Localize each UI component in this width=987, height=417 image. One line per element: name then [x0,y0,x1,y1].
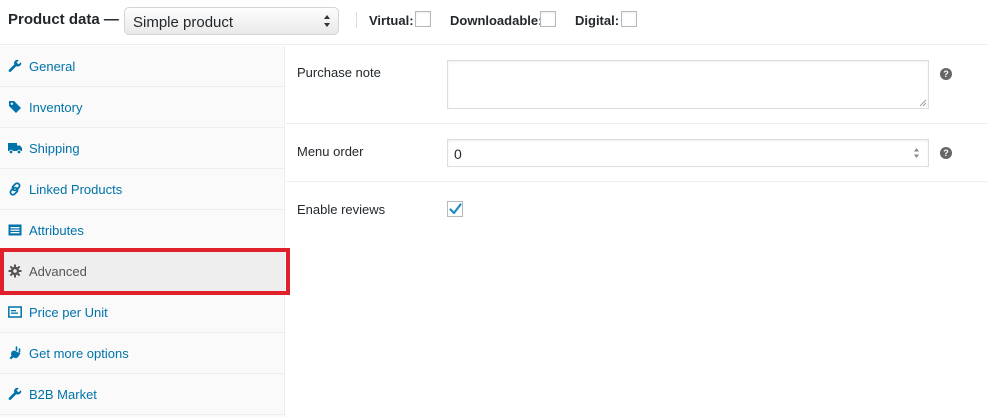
truck-icon [8,143,22,155]
tab-inventory[interactable]: Inventory [0,87,284,128]
purchase-note-label: Purchase note [297,65,381,80]
price-tag-icon [8,306,22,318]
menu-order-input[interactable]: 0 [447,139,929,167]
downloadable-label: Downloadable: [450,13,543,28]
tab-label: B2B Market [29,387,97,402]
resize-handle-icon[interactable] [919,99,926,106]
checkmark-icon [449,203,462,215]
wrench-icon [8,59,22,72]
tab-linked-products[interactable]: Linked Products [0,169,284,210]
tab-shipping[interactable]: Shipping [0,128,284,169]
product-type-value: Simple product [133,14,234,31]
tab-label: Inventory [29,100,83,115]
product-data-header: Product data — Simple product Virtual: D… [0,0,987,45]
select-arrows-icon [324,15,330,27]
virtual-checkbox[interactable] [415,11,431,27]
tab-label: Attributes [29,223,84,238]
menu-order-help-icon[interactable]: ? [940,147,952,159]
enable-reviews-row: Enable reviews [286,182,987,234]
enable-reviews-label: Enable reviews [297,202,386,217]
product-type-select[interactable]: Simple product [124,7,339,35]
link-icon [9,182,21,196]
product-data-tabs: General Inventory Shipping Linked Produc… [0,46,285,417]
menu-order-value: 0 [454,146,462,162]
tab-label: Linked Products [29,182,123,197]
enable-reviews-checkbox[interactable] [447,201,463,217]
tab-label: Shipping [29,141,80,156]
downloadable-checkbox[interactable] [540,11,556,27]
tab-get-more-options[interactable]: Get more options [0,333,284,374]
tab-label: General [29,59,76,74]
plugin-icon [9,346,21,360]
tab-attributes[interactable]: Attributes [0,210,284,251]
virtual-label: Virtual: [369,13,414,28]
purchase-note-help-icon[interactable]: ? [940,68,952,80]
product-data-title: Product data — [8,11,119,28]
tab-general[interactable]: General [0,46,284,87]
advanced-tab-highlight [0,248,290,295]
digital-label: Digital: [575,13,620,28]
tab-b2b-market[interactable]: B2B Market [0,374,284,415]
tag-icon [9,101,21,113]
wrench-icon [8,387,22,400]
header-divider [356,12,357,28]
menu-order-label: Menu order [297,144,364,159]
digital-checkbox[interactable] [621,11,637,27]
tab-price-per-unit[interactable]: Price per Unit [0,292,284,333]
list-icon [8,224,22,236]
purchase-note-textarea[interactable] [447,60,929,109]
tab-label: Price per Unit [29,305,108,320]
tab-label: Get more options [29,346,129,361]
number-spinner-icon[interactable] [913,147,920,159]
